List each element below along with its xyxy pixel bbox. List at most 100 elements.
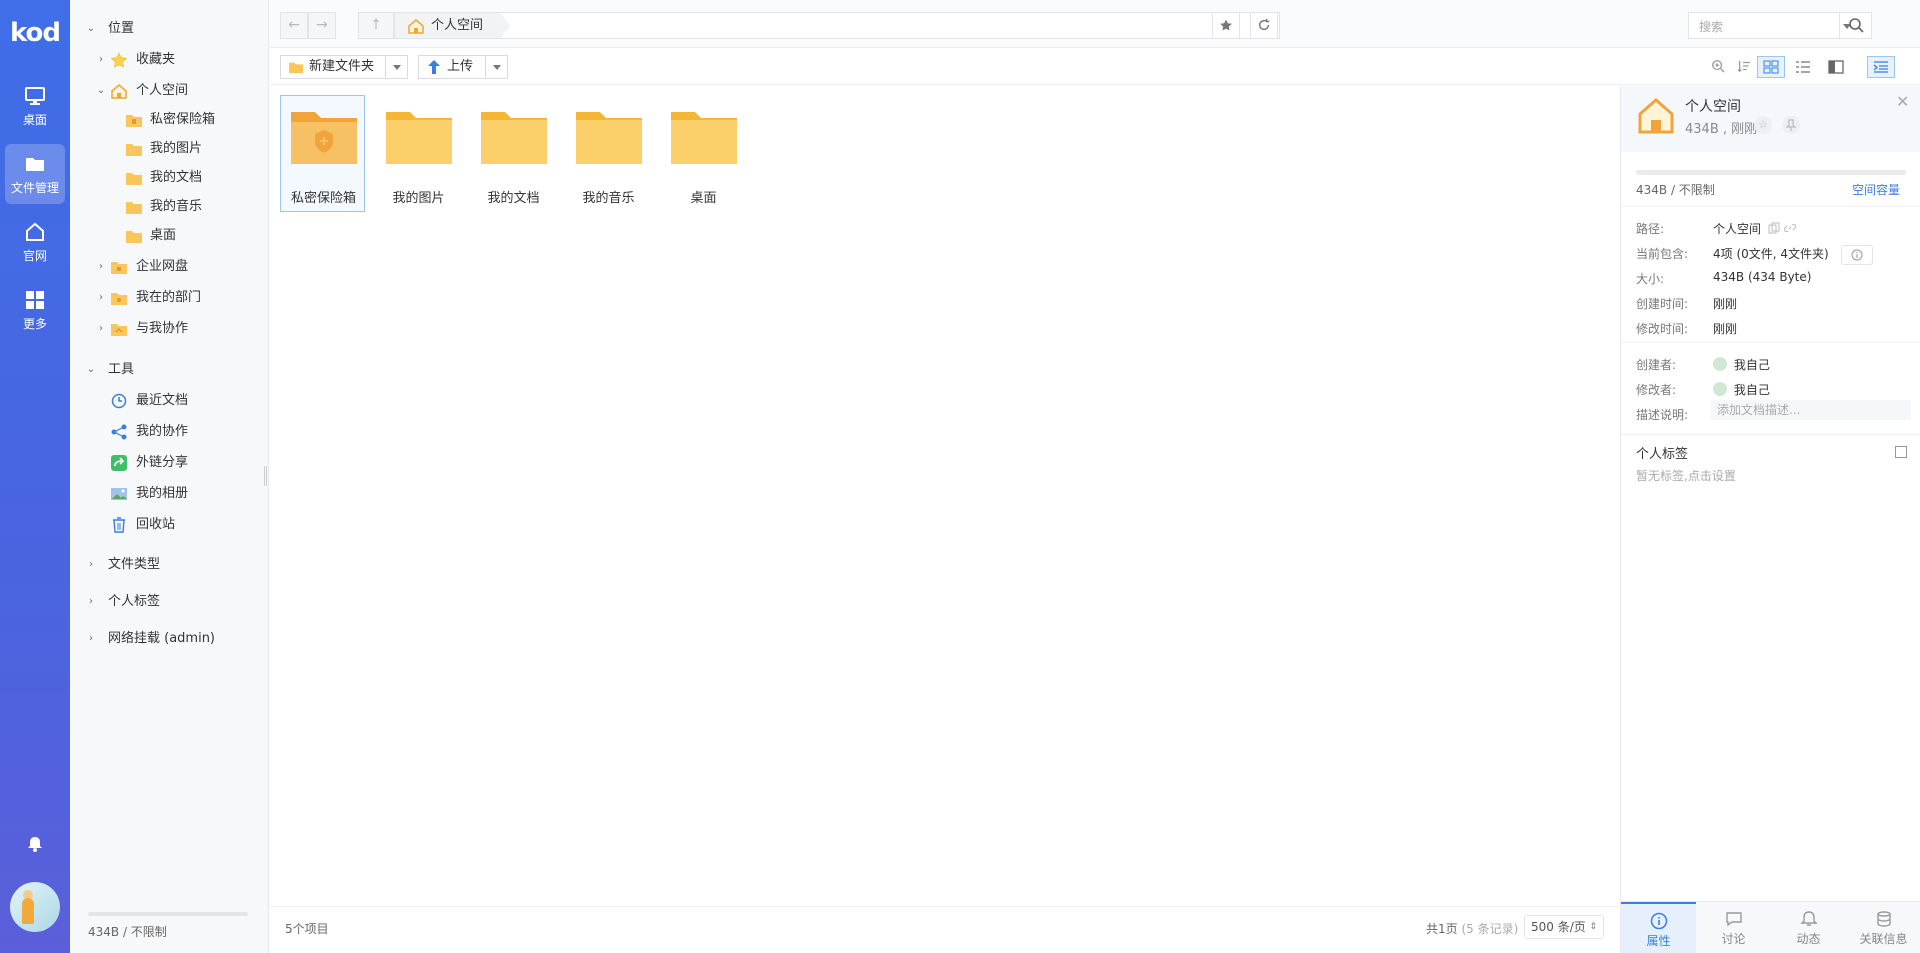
tree-tool-recycle-bin[interactable]: 回收站 (70, 513, 269, 537)
description-input[interactable]: 添加文档描述... (1711, 400, 1911, 420)
database-icon (1876, 911, 1891, 927)
rail-item-file-manager[interactable]: 文件管理 (5, 144, 65, 204)
file-name: 我的图片 (392, 191, 445, 206)
vault-folder-icon (291, 112, 357, 164)
refresh-icon (1258, 18, 1270, 31)
app-logo[interactable]: kod (0, 18, 70, 48)
tree-tool-my-collab[interactable]: 我的协作 (70, 420, 269, 444)
upload-button-group: 上传 (418, 55, 508, 79)
rail-item-desktop[interactable]: 桌面 (5, 76, 65, 136)
info-button[interactable] (1841, 245, 1873, 265)
file-item-pictures[interactable]: 我的图片 (375, 95, 460, 212)
tree-section-network-mount[interactable]: › 网络挂载 (admin) (70, 627, 269, 651)
folder-icon (126, 173, 142, 185)
tree-item-vault[interactable]: 私密保险箱 (70, 108, 269, 132)
copy-icon[interactable] (1768, 222, 1780, 234)
search-input[interactable]: 搜索 (1699, 18, 1723, 35)
search-box[interactable]: 搜索 (1688, 12, 1872, 39)
tree-item-enterprise-drive[interactable]: › 企业网盘 (70, 255, 269, 279)
department-folder-icon (111, 293, 127, 305)
quota-bar (88, 912, 248, 916)
sort-icon[interactable] (1737, 59, 1751, 73)
panel-header: 个人空间 434B , 刚刚 ☆ ✕ (1621, 86, 1920, 152)
file-list-area: 私密保险箱 我的图片 我的文档 我的音乐 桌面 (270, 86, 1619, 906)
file-item-music[interactable]: 我的音乐 (565, 95, 650, 212)
tags-title: 个人标签 (1636, 447, 1689, 462)
star-icon[interactable]: ☆ (1754, 116, 1772, 134)
capacity-link[interactable]: 空间容量 (1852, 181, 1900, 198)
close-icon[interactable]: ✕ (1896, 92, 1909, 111)
bell-icon[interactable] (27, 836, 43, 852)
file-item-vault[interactable]: 私密保险箱 (280, 95, 365, 212)
tree-item-desktop[interactable]: 桌面 (70, 224, 269, 248)
folder-icon (289, 62, 303, 74)
user-avatar (1713, 357, 1727, 371)
tree-tool-recent[interactable]: 最近文档 (70, 389, 269, 413)
tab-label: 属性 (1646, 934, 1671, 948)
modifier-name: 我自己 (1733, 383, 1770, 397)
tree-section-personal-tags[interactable]: › 个人标签 (70, 590, 269, 614)
image-icon (111, 488, 127, 500)
refresh-button[interactable] (1250, 12, 1278, 39)
tree-item-documents[interactable]: 我的文档 (70, 166, 269, 190)
prop-value-modifier: 我自己 (1713, 381, 1770, 398)
view-split-button[interactable] (1822, 56, 1850, 78)
prop-key-creator: 创建者: (1636, 358, 1677, 372)
sidebar-resize-handle[interactable] (264, 466, 267, 486)
prop-key-path: 路径: (1636, 222, 1665, 236)
toggle-properties-panel-button[interactable] (1867, 56, 1895, 78)
link-icon[interactable] (1783, 222, 1796, 234)
folder-icon (671, 112, 737, 164)
new-folder-dropdown[interactable] (385, 56, 407, 78)
page-info: 共1页 (5 条记录) (1426, 920, 1518, 937)
tree-section-file-types[interactable]: › 文件类型 (70, 553, 269, 577)
tab-discussion[interactable]: 讨论 (1696, 902, 1771, 953)
avatar-figure (22, 898, 34, 924)
info-icon (1851, 249, 1863, 261)
new-folder-button-group: 新建文件夹 (280, 55, 408, 79)
tree-item-collab-with-me[interactable]: › 与我协作 (70, 317, 269, 341)
tree-tool-link-share[interactable]: 外链分享 (70, 451, 269, 475)
trash-icon (113, 517, 125, 533)
star-icon (1220, 19, 1232, 31)
favorite-star-button[interactable] (1212, 12, 1240, 39)
tree-item-pictures[interactable]: 我的图片 (70, 137, 269, 161)
tree-item-music[interactable]: 我的音乐 (70, 195, 269, 219)
tree-section-tools[interactable]: ⌄ 工具 (70, 358, 269, 382)
view-icons-button[interactable] (1757, 56, 1785, 78)
breadcrumb-personal-space[interactable]: 个人空间 (395, 13, 511, 38)
tree-item-personal-space[interactable]: ⌄ 个人空间 (70, 79, 269, 103)
rail-item-website[interactable]: 官网 (5, 212, 65, 272)
prop-value-size: 434B (434 Byte) (1713, 270, 1812, 284)
address-bar[interactable]: 个人空间 (394, 12, 1280, 39)
rail-item-more[interactable]: 更多 (5, 280, 65, 340)
tree-tool-album[interactable]: 我的相册 (70, 482, 269, 506)
back-button[interactable]: ← (280, 12, 308, 39)
file-item-documents[interactable]: 我的文档 (470, 95, 555, 212)
search-button[interactable] (1839, 13, 1871, 38)
new-folder-button[interactable]: 新建文件夹 (281, 56, 382, 78)
add-tag-icon[interactable] (1895, 446, 1907, 458)
upload-dropdown[interactable] (485, 56, 507, 78)
tab-properties[interactable]: 属性 (1621, 902, 1696, 953)
forward-button[interactable]: → (308, 12, 336, 39)
per-page-select[interactable]: 500 条/页 ⇕ (1524, 915, 1604, 939)
up-button[interactable]: ↑ (358, 12, 394, 39)
tree-item-favorites[interactable]: › 收藏夹 (70, 48, 269, 72)
tab-related-info[interactable]: 关联信息 (1846, 902, 1920, 953)
view-list-button[interactable] (1789, 56, 1817, 78)
monitor-icon (25, 87, 45, 105)
tree-item-my-department[interactable]: › 我在的部门 (70, 286, 269, 310)
upload-button[interactable]: 上传 (419, 56, 481, 78)
file-item-desktop[interactable]: 桌面 (660, 95, 745, 212)
pin-icon[interactable] (1782, 116, 1800, 134)
chevron-right-icon: › (89, 559, 93, 570)
tab-activity[interactable]: 动态 (1771, 902, 1846, 953)
tags-empty-hint[interactable]: 暂无标签,点击设置 (1636, 467, 1736, 484)
tree-section-location[interactable]: ⌄ 位置 (70, 17, 269, 41)
zoom-icon[interactable] (1711, 59, 1725, 73)
search-icon (1849, 18, 1864, 33)
grid-view-icon (1763, 60, 1779, 74)
chevron-right-icon: › (99, 261, 103, 272)
user-avatar[interactable] (10, 882, 60, 932)
